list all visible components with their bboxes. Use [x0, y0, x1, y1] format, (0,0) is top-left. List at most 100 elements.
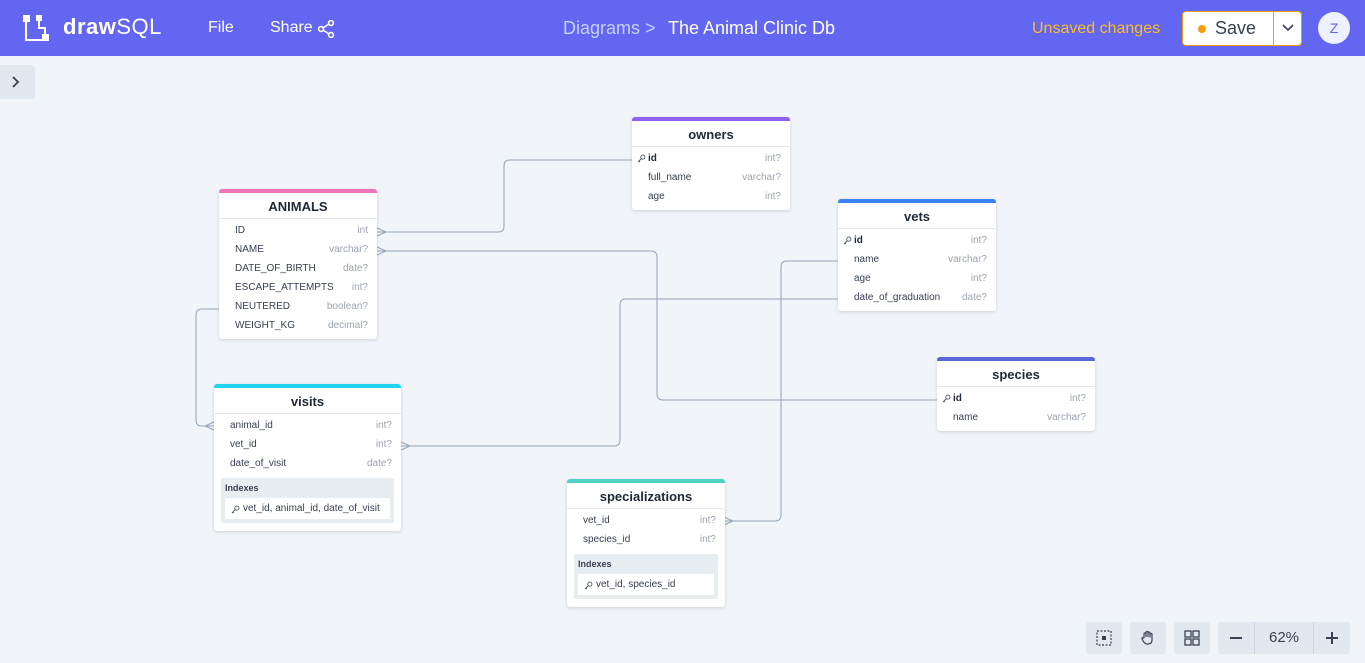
column-row[interactable]: date_of_visit date?	[214, 454, 401, 473]
zoom-control: 62%	[1218, 622, 1350, 654]
column-row[interactable]: id int?	[937, 389, 1095, 408]
column-type: varchar?	[742, 172, 781, 183]
relation-vets-visits	[401, 298, 838, 447]
table-header[interactable]: vets	[838, 199, 996, 229]
table-header[interactable]: ANIMALS	[219, 189, 377, 219]
column-row[interactable]: animal_id int?	[214, 416, 401, 435]
table-header[interactable]: owners	[632, 117, 790, 147]
column-type: int?	[764, 153, 781, 164]
zoom-in-icon	[1326, 632, 1338, 644]
table-owners[interactable]: owners id int? full_name varchar? age int?	[632, 117, 790, 210]
index-label: vet_id, animal_id, date_of_visit	[243, 503, 380, 514]
column-row[interactable]: id int?	[632, 149, 790, 168]
table-specializations[interactable]: specializations vet_id int? species_id int…	[567, 479, 725, 607]
column-type: int?	[970, 273, 987, 284]
indexes-title: Indexes	[225, 483, 259, 493]
zoom-out-icon	[1230, 637, 1242, 639]
column-name: name	[854, 254, 880, 265]
key-icon	[584, 581, 593, 590]
column-name: full_name	[648, 172, 692, 183]
key-icon	[231, 505, 240, 514]
indexes-panel: Indexes vet_id, species_id	[574, 554, 718, 599]
column-name: NEUTERED	[235, 301, 291, 312]
column-name: vet_id	[230, 439, 257, 450]
pan-hand-icon	[1141, 630, 1153, 645]
column-row[interactable]: DATE_OF_BIRTH date?	[219, 259, 377, 278]
column-type: date?	[342, 263, 368, 274]
column-row[interactable]: date_of_graduation date?	[838, 288, 996, 307]
zoom-out-button[interactable]	[1218, 622, 1254, 654]
column-name: DATE_OF_BIRTH	[235, 263, 316, 274]
column-type: varchar?	[948, 254, 987, 265]
column-type: int?	[351, 282, 368, 293]
zoom-level: 62%	[1254, 622, 1314, 654]
column-type: date?	[961, 292, 987, 303]
table-species[interactable]: species id int? name varchar?	[937, 357, 1095, 431]
pan-button[interactable]	[1130, 622, 1166, 654]
table-vets[interactable]: vets id int? name varchar? age int? date_of…	[838, 199, 996, 311]
column-type: int	[357, 225, 368, 236]
grid-layout-button[interactable]	[1174, 622, 1210, 654]
table-header[interactable]: species	[937, 357, 1095, 387]
column-name: name	[953, 412, 979, 423]
column-name: id	[953, 393, 962, 404]
key-icon	[843, 236, 852, 245]
column-row[interactable]: ESCAPE_ATTEMPTS int?	[219, 278, 377, 297]
column-name: animal_id	[230, 420, 273, 431]
column-type: boolean?	[326, 301, 368, 312]
column-row[interactable]: full_name varchar?	[632, 168, 790, 187]
grid-layout-icon	[1184, 630, 1200, 646]
column-row[interactable]: age int?	[632, 187, 790, 206]
column-type: decimal?	[327, 320, 368, 331]
column-type: date?	[366, 458, 392, 469]
column-row[interactable]: species_id int?	[567, 530, 725, 549]
zoom-in-button[interactable]	[1314, 622, 1350, 654]
key-icon	[637, 154, 646, 163]
column-type: int?	[1069, 393, 1086, 404]
table-animals[interactable]: ANIMALS ID int NAME varchar? DATE_OF_BIRTH…	[219, 189, 377, 339]
column-type: int?	[699, 534, 716, 545]
index-item[interactable]: vet_id, species_id	[578, 574, 714, 595]
table-header[interactable]: specializations	[567, 479, 725, 509]
relation-vets-specializations	[724, 260, 838, 522]
column-type: int?	[699, 515, 716, 526]
column-name: age	[854, 273, 871, 284]
column-name: WEIGHT_KG	[235, 320, 296, 331]
indexes-title: Indexes	[578, 559, 612, 569]
column-name: date_of_visit	[230, 458, 287, 469]
column-row[interactable]: vet_id int?	[214, 435, 401, 454]
column-row[interactable]: name varchar?	[838, 250, 996, 269]
fit-view-button[interactable]	[1086, 622, 1122, 654]
column-type: int?	[375, 420, 392, 431]
column-type: varchar?	[329, 244, 368, 255]
column-row[interactable]: NAME varchar?	[219, 240, 377, 259]
index-item[interactable]: vet_id, animal_id, date_of_visit	[225, 498, 390, 519]
column-type: int?	[764, 191, 781, 202]
column-name: species_id	[583, 534, 631, 545]
indexes-panel: Indexes vet_id, animal_id, date_of_visit	[221, 478, 394, 523]
column-row[interactable]: WEIGHT_KG decimal?	[219, 316, 377, 335]
relation-owners-animals	[377, 159, 632, 233]
column-name: date_of_graduation	[854, 292, 941, 303]
column-type: int?	[970, 235, 987, 246]
column-type: varchar?	[1047, 412, 1086, 423]
key-icon	[942, 394, 951, 403]
column-row[interactable]: id int?	[838, 231, 996, 250]
column-name: ID	[235, 225, 245, 236]
column-name: age	[648, 191, 665, 202]
column-row[interactable]: vet_id int?	[567, 511, 725, 530]
index-label: vet_id, species_id	[596, 579, 676, 590]
fit-view-icon	[1096, 630, 1112, 646]
column-name: id	[648, 153, 657, 164]
column-name: id	[854, 235, 863, 246]
column-row[interactable]: NEUTERED boolean?	[219, 297, 377, 316]
table-visits[interactable]: visits animal_id int? vet_id int? date_of_…	[214, 384, 401, 531]
column-row[interactable]: name varchar?	[937, 408, 1095, 427]
table-header[interactable]: visits	[214, 384, 401, 414]
column-name: NAME	[235, 244, 264, 255]
column-name: vet_id	[583, 515, 610, 526]
column-row[interactable]: age int?	[838, 269, 996, 288]
column-name: ESCAPE_ATTEMPTS	[235, 282, 334, 293]
column-row[interactable]: ID int	[219, 221, 377, 240]
column-type: int?	[375, 439, 392, 450]
